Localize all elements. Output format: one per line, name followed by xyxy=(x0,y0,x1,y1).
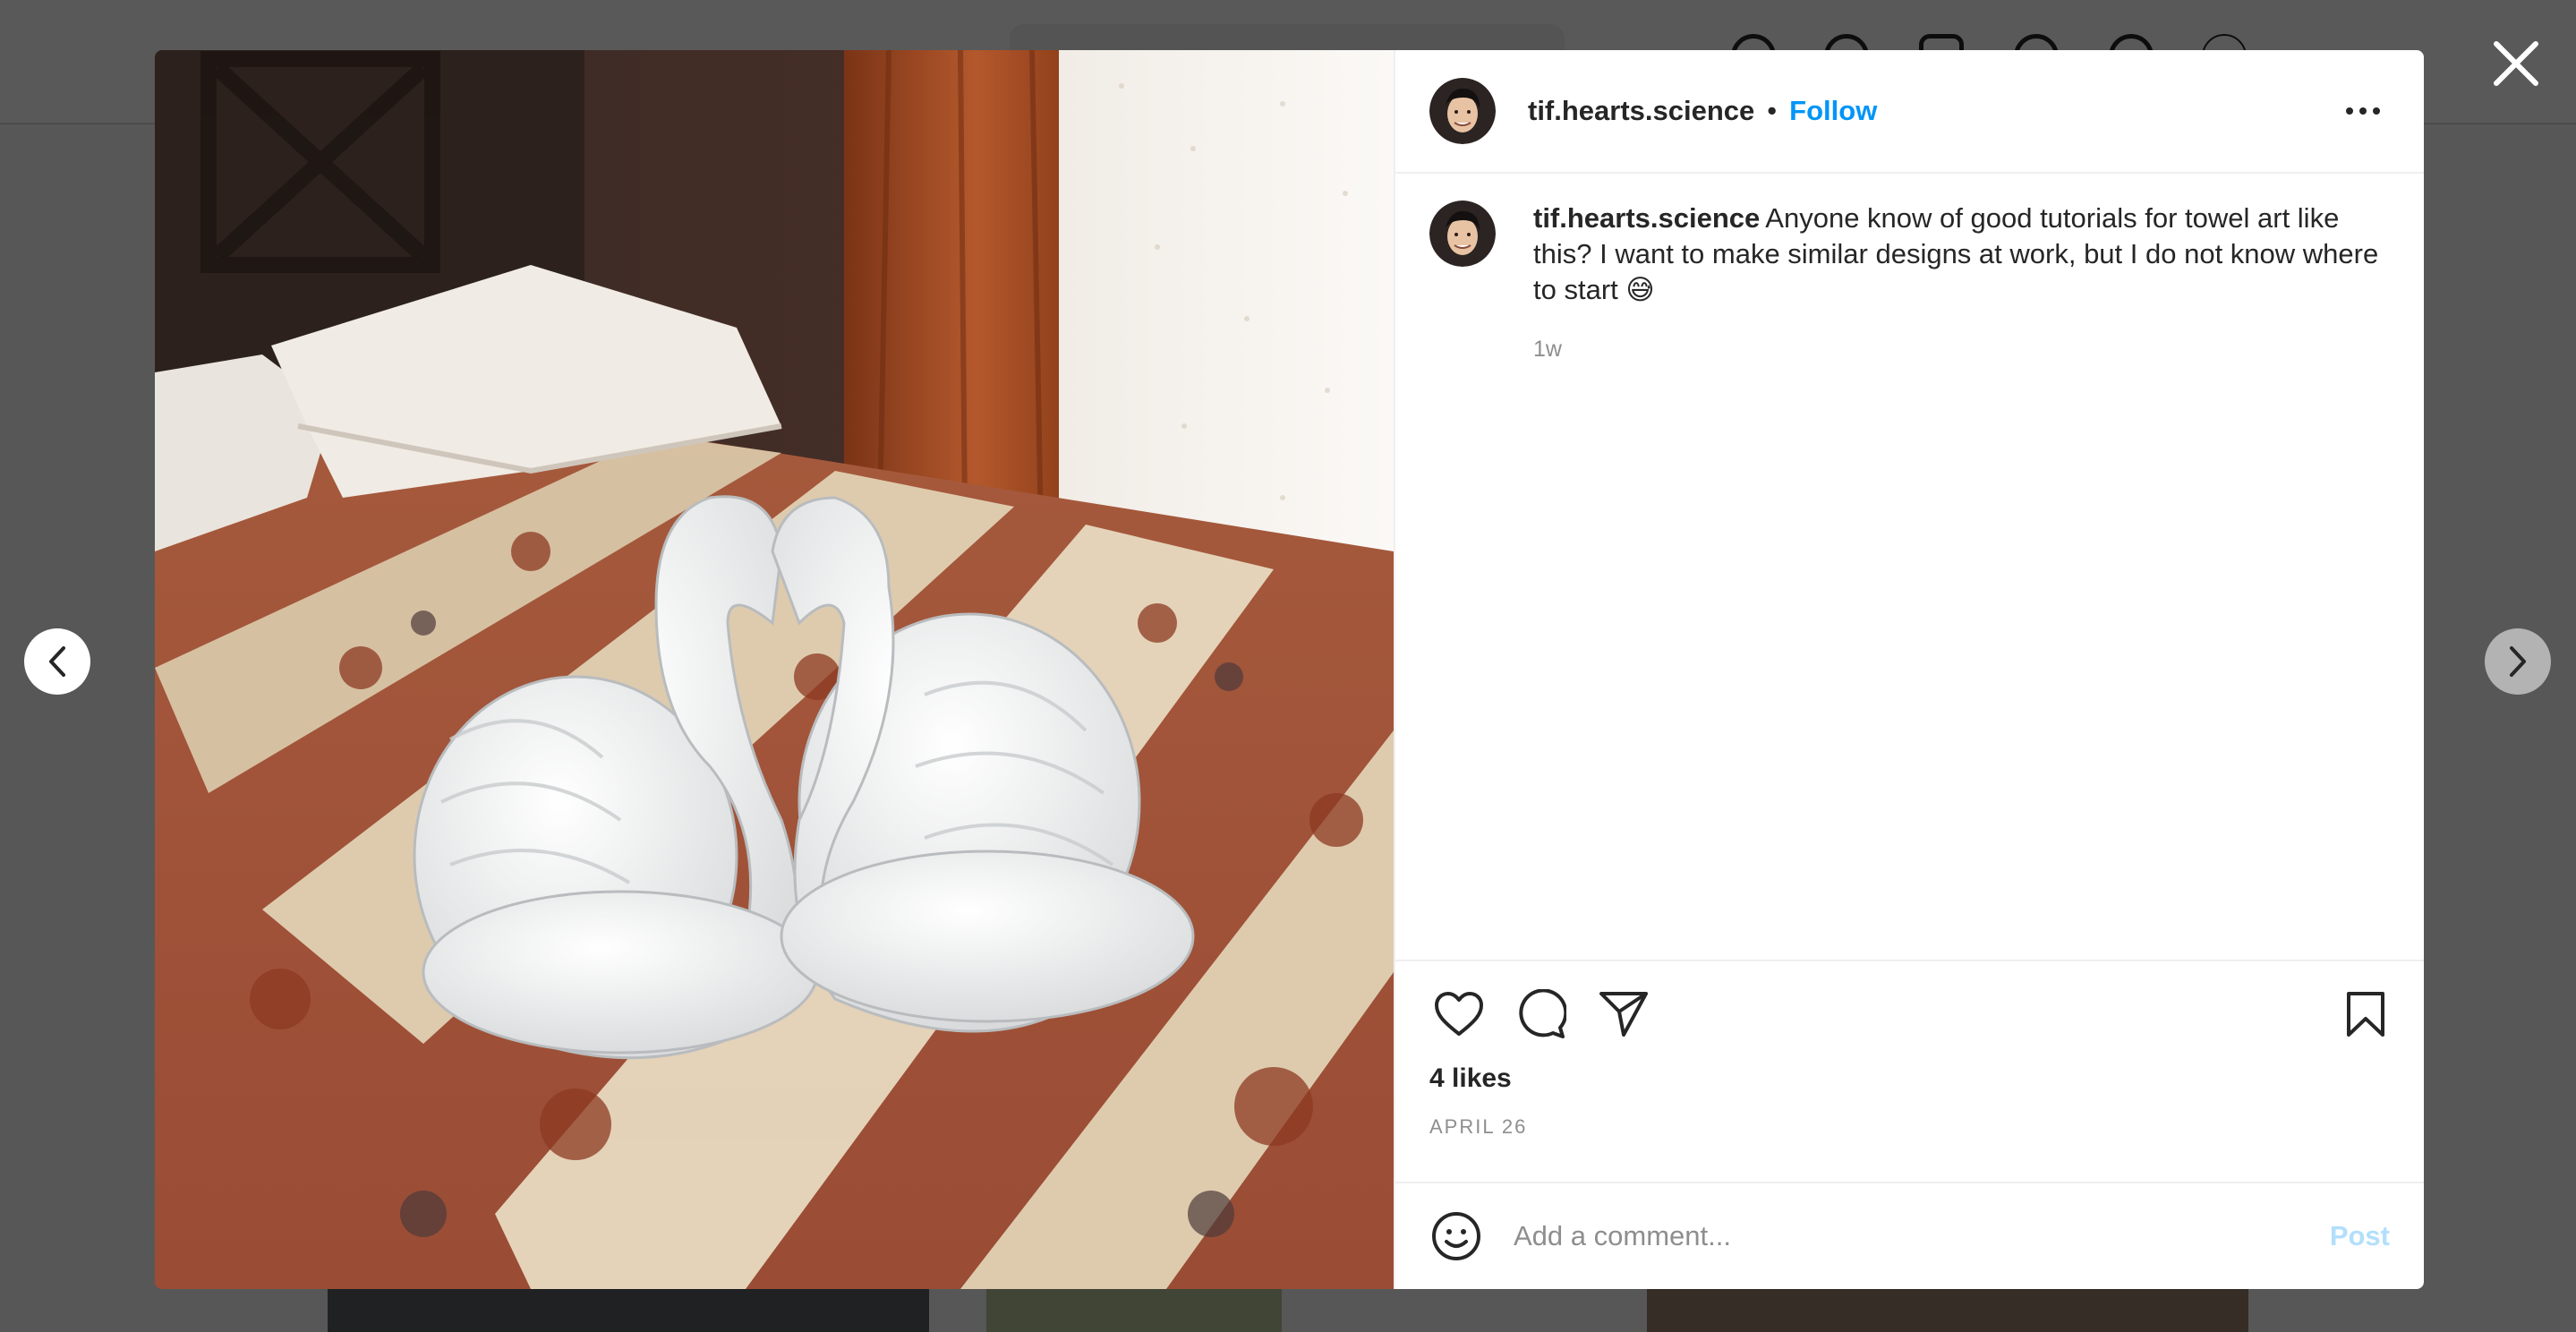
caption-text-block: tif.hearts.science Anyone know of good tu… xyxy=(1533,201,2384,308)
chevron-left-icon xyxy=(49,646,65,677)
comment-bubble-icon xyxy=(1519,989,1566,1038)
close-icon xyxy=(2494,41,2538,86)
heart-icon xyxy=(1435,992,1483,1036)
share-button[interactable] xyxy=(1594,985,1653,1044)
header-separator: • xyxy=(1767,95,1778,126)
follow-button[interactable]: Follow xyxy=(1789,95,1877,127)
comment-input[interactable] xyxy=(1512,1219,2330,1253)
comments-section: tif.hearts.science Anyone know of good tu… xyxy=(1395,174,2424,960)
save-button[interactable] xyxy=(2336,985,2395,1044)
caption-timestamp[interactable]: 1w xyxy=(1533,337,2384,363)
post-details-panel: tif.hearts.science • Follow tif.hearts.s… xyxy=(1394,50,2424,1289)
smiley-icon xyxy=(1432,1212,1480,1260)
like-button[interactable] xyxy=(1429,985,1488,1044)
close-modal-button[interactable] xyxy=(2485,32,2547,95)
post-modal: tif.hearts.science • Follow tif.hearts.s… xyxy=(155,50,2424,1289)
caption-username[interactable]: tif.hearts.science xyxy=(1533,202,1760,234)
likes-count[interactable]: 4 likes xyxy=(1429,1063,2390,1094)
emoji-button[interactable] xyxy=(1429,1209,1483,1263)
post-image[interactable] xyxy=(155,50,1394,1289)
caption-body: tif.hearts.science Anyone know of good tu… xyxy=(1533,201,2384,363)
more-options-button[interactable] xyxy=(2336,84,2390,138)
paper-plane-icon xyxy=(1599,992,1648,1037)
post-comment-button[interactable]: Post xyxy=(2330,1220,2390,1252)
caption-avatar[interactable] xyxy=(1429,201,1496,267)
bookmark-icon xyxy=(2347,992,2384,1037)
comment-button[interactable] xyxy=(1512,985,1571,1044)
post-date[interactable]: APRIL 26 xyxy=(1429,1115,2390,1139)
previous-post-button[interactable] xyxy=(24,628,90,695)
add-comment-bar: Post xyxy=(1395,1182,2424,1289)
chevron-right-icon xyxy=(2510,646,2526,677)
author-username[interactable]: tif.hearts.science xyxy=(1528,95,1754,127)
next-post-button[interactable] xyxy=(2485,628,2551,695)
author-avatar[interactable] xyxy=(1429,78,1496,144)
more-options-icon xyxy=(2346,107,2380,115)
post-header: tif.hearts.science • Follow xyxy=(1395,50,2424,174)
post-actions-area: 4 likes APRIL 26 xyxy=(1395,960,2424,1182)
caption-comment: tif.hearts.science Anyone know of good tu… xyxy=(1429,201,2390,363)
action-bar xyxy=(1429,985,2390,1044)
